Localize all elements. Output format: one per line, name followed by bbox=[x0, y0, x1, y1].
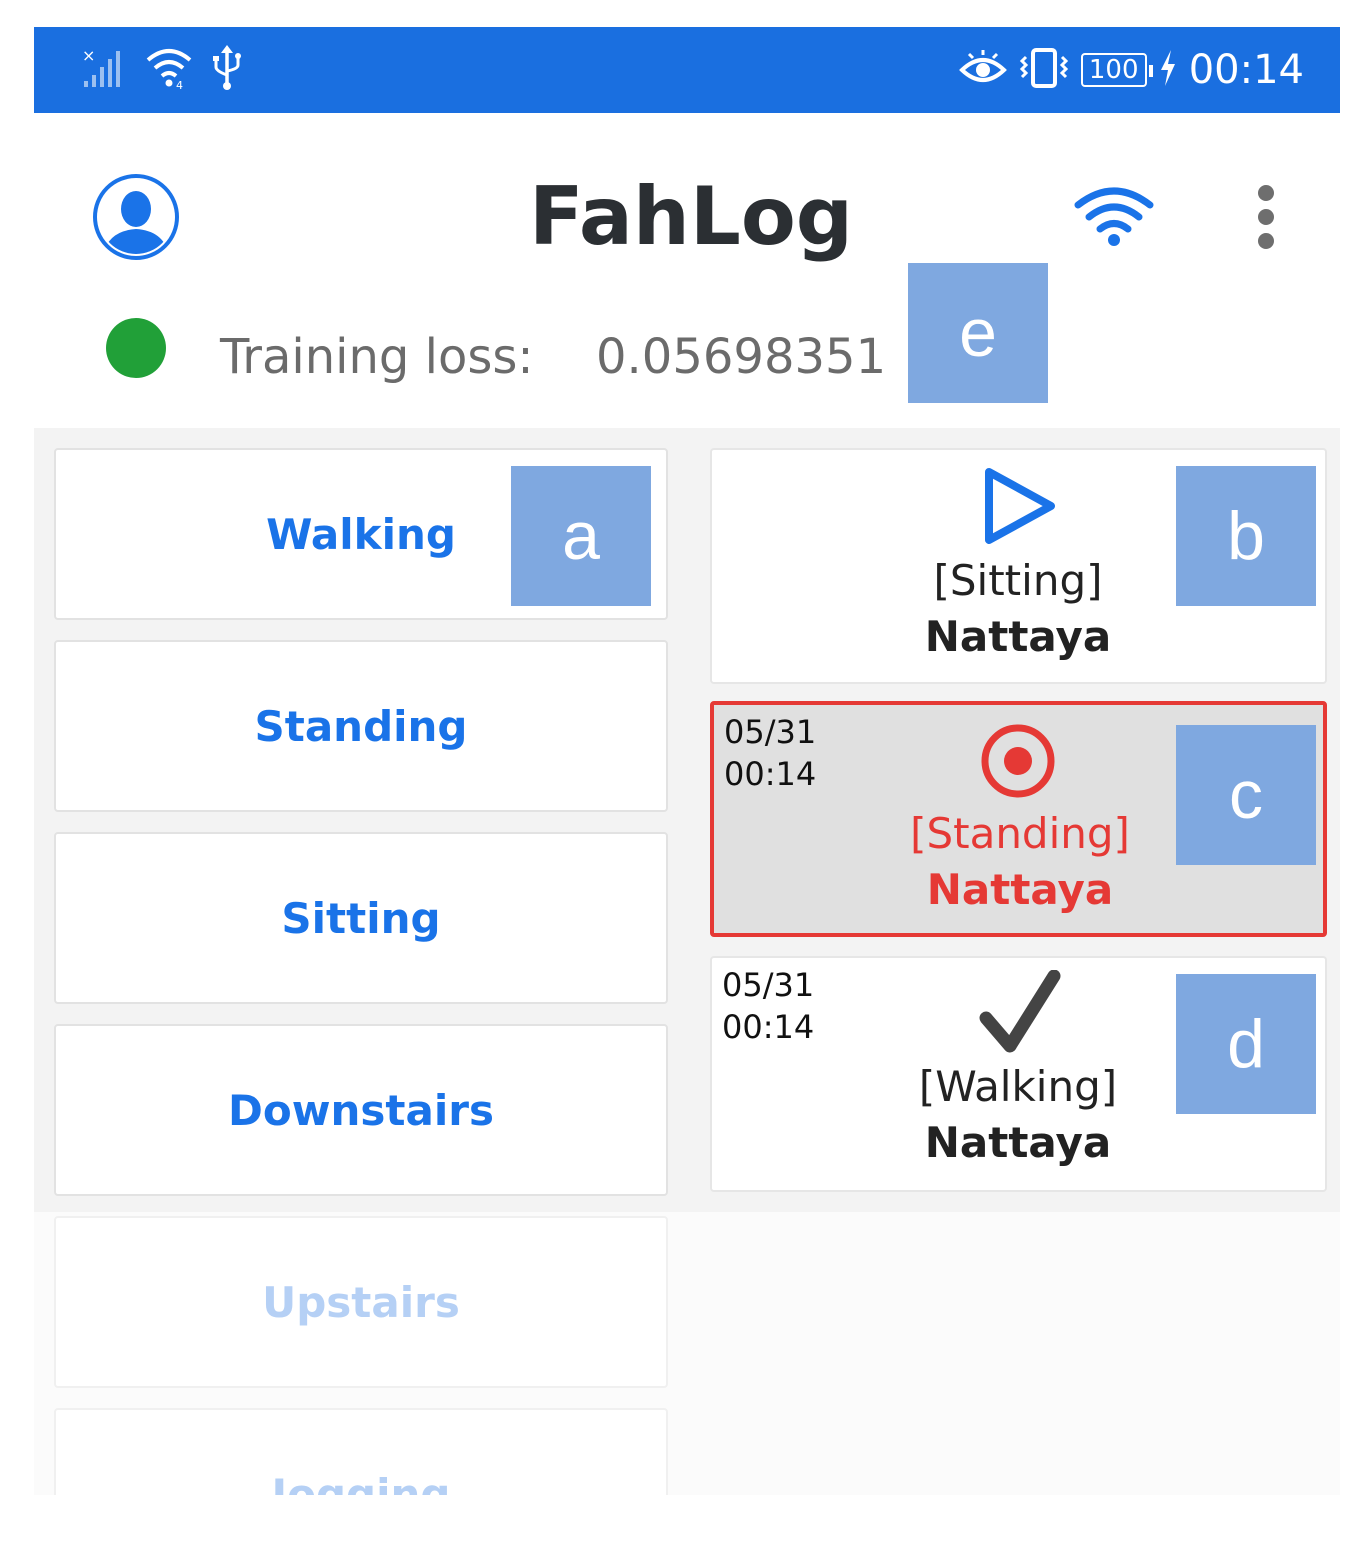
annotation-marker-a: a bbox=[511, 466, 651, 606]
vibrate-icon bbox=[1017, 47, 1071, 94]
log-card-user: Nattaya bbox=[924, 1118, 1112, 1167]
activity-button-standing[interactable]: Standing bbox=[54, 640, 668, 812]
svg-text:×: × bbox=[82, 47, 95, 65]
battery-icon: 100 bbox=[1080, 53, 1153, 87]
battery-level: 100 bbox=[1088, 55, 1139, 85]
record-icon bbox=[976, 719, 1060, 803]
svg-text:4: 4 bbox=[176, 79, 183, 90]
checkmark-icon bbox=[978, 969, 1062, 1054]
play-outline-icon bbox=[978, 464, 1062, 548]
log-card-timestamp: 05/31 00:14 bbox=[724, 711, 816, 795]
training-loss-value: 0.05698351 bbox=[596, 329, 887, 385]
charging-icon bbox=[1157, 48, 1179, 93]
log-card-user: Nattaya bbox=[924, 612, 1112, 661]
status-bar-time: 00:14 bbox=[1188, 47, 1304, 93]
annotation-marker-c: c bbox=[1176, 725, 1316, 865]
avatar-icon[interactable] bbox=[92, 173, 180, 261]
log-card-timestamp: 05/31 00:14 bbox=[722, 964, 814, 1048]
eye-comfort-icon bbox=[958, 48, 1007, 93]
no-sim-signal-icon: × bbox=[82, 46, 128, 94]
app-title: FahLog bbox=[528, 170, 854, 263]
phone-screen: × 4 100 00:14 FahLog Training loss: 0.05… bbox=[34, 27, 1340, 1495]
more-vert-icon[interactable] bbox=[1248, 185, 1284, 249]
annotation-marker-e: e bbox=[908, 263, 1048, 403]
log-card-time: 00:14 bbox=[724, 755, 817, 793]
log-card-user: Nattaya bbox=[926, 865, 1114, 914]
activity-button-downstairs[interactable]: Downstairs bbox=[54, 1024, 668, 1196]
activity-button-upstairs[interactable]: Upstairs bbox=[54, 1216, 668, 1388]
log-card-time: 00:14 bbox=[722, 1008, 815, 1046]
training-loss-label: Training loss: bbox=[220, 329, 534, 385]
status-bar: × 4 100 00:14 bbox=[34, 27, 1340, 113]
activity-button-sitting[interactable]: Sitting bbox=[54, 832, 668, 1004]
wifi-4g-icon: 4 bbox=[144, 46, 194, 95]
annotation-marker-b: b bbox=[1176, 466, 1316, 606]
activity-button-jogging[interactable]: Jogging bbox=[54, 1408, 668, 1495]
log-card-date: 05/31 bbox=[722, 966, 815, 1004]
training-status-indicator bbox=[106, 318, 166, 378]
status-bar-right: 100 00:14 bbox=[958, 43, 1304, 97]
status-bar-left: × 4 bbox=[82, 44, 244, 96]
wifi-icon[interactable] bbox=[1074, 185, 1154, 247]
log-card-date: 05/31 bbox=[724, 713, 817, 751]
annotation-marker-d: d bbox=[1176, 974, 1316, 1114]
usb-icon bbox=[210, 44, 244, 96]
